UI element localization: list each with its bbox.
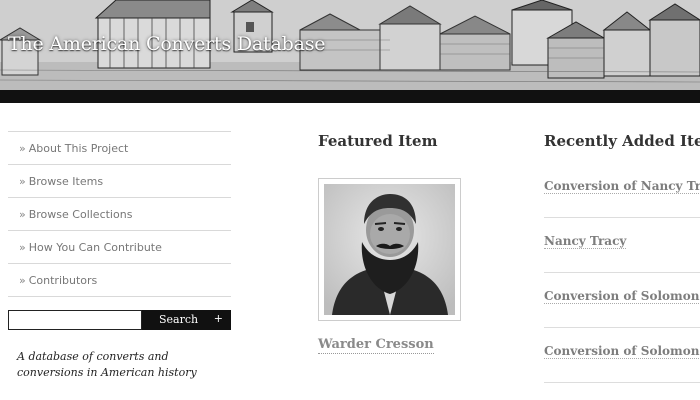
header-divider — [0, 90, 700, 103]
search-button[interactable]: Search + — [142, 310, 231, 330]
list-item: Conversion of Nancy Tracy — [544, 163, 700, 218]
header-banner: The American Converts Database — [0, 0, 700, 90]
search-input[interactable] — [8, 310, 142, 330]
nav-item-label: Browse Collections — [28, 207, 133, 221]
site-title[interactable]: The American Converts Database — [8, 33, 325, 55]
nav-item-browse-collections[interactable]: » Browse Collections — [8, 197, 231, 230]
recent-item-link[interactable]: Nancy Tracy — [544, 234, 627, 249]
nav-bullet: » — [19, 141, 26, 155]
list-item: Nancy Tracy — [544, 218, 700, 273]
nav-bullet: » — [19, 207, 26, 221]
site-description: A database of converts and conversions i… — [17, 350, 197, 379]
nav-item-contribute[interactable]: » How You Can Contribute — [8, 230, 231, 263]
search-form: Search + — [8, 310, 231, 330]
nav-item-label: How You Can Contribute — [28, 240, 162, 254]
list-item: Conversion of Solomon C — [544, 328, 700, 383]
list-item: Conversion of Solomon C — [544, 273, 700, 328]
recent-item-link[interactable]: Conversion of Nancy Tracy — [544, 179, 700, 194]
nav-bullet: » — [19, 174, 26, 188]
featured-item-title-link[interactable]: Warder Cresson — [318, 337, 434, 354]
nav-item-browse-items[interactable]: » Browse Items — [8, 164, 231, 197]
nav-bullet: » — [19, 240, 26, 254]
recent-item-link[interactable]: Conversion of Solomon C — [544, 344, 700, 359]
primary-nav: » About This Project » Browse Items » Br… — [8, 131, 231, 297]
recently-added-heading: Recently Added Items — [544, 132, 700, 150]
nav-bullet: » — [19, 273, 26, 287]
recent-item-link[interactable]: Conversion of Solomon C — [544, 289, 700, 304]
nav-item-contributors[interactable]: » Contributors — [8, 263, 231, 297]
nav-item-about[interactable]: » About This Project — [8, 131, 231, 164]
featured-item-heading: Featured Item — [318, 132, 438, 150]
featured-item-image[interactable] — [318, 178, 461, 321]
recent-items-list: Conversion of Nancy Tracy Nancy Tracy Co… — [544, 163, 700, 383]
portrait-photo — [324, 184, 455, 315]
nav-item-label: Contributors — [28, 273, 98, 287]
nav-item-label: Browse Items — [28, 174, 104, 188]
advanced-search-toggle-icon[interactable]: + — [214, 312, 223, 325]
search-button-label: Search — [159, 313, 199, 326]
nav-item-label: About This Project — [28, 141, 129, 155]
